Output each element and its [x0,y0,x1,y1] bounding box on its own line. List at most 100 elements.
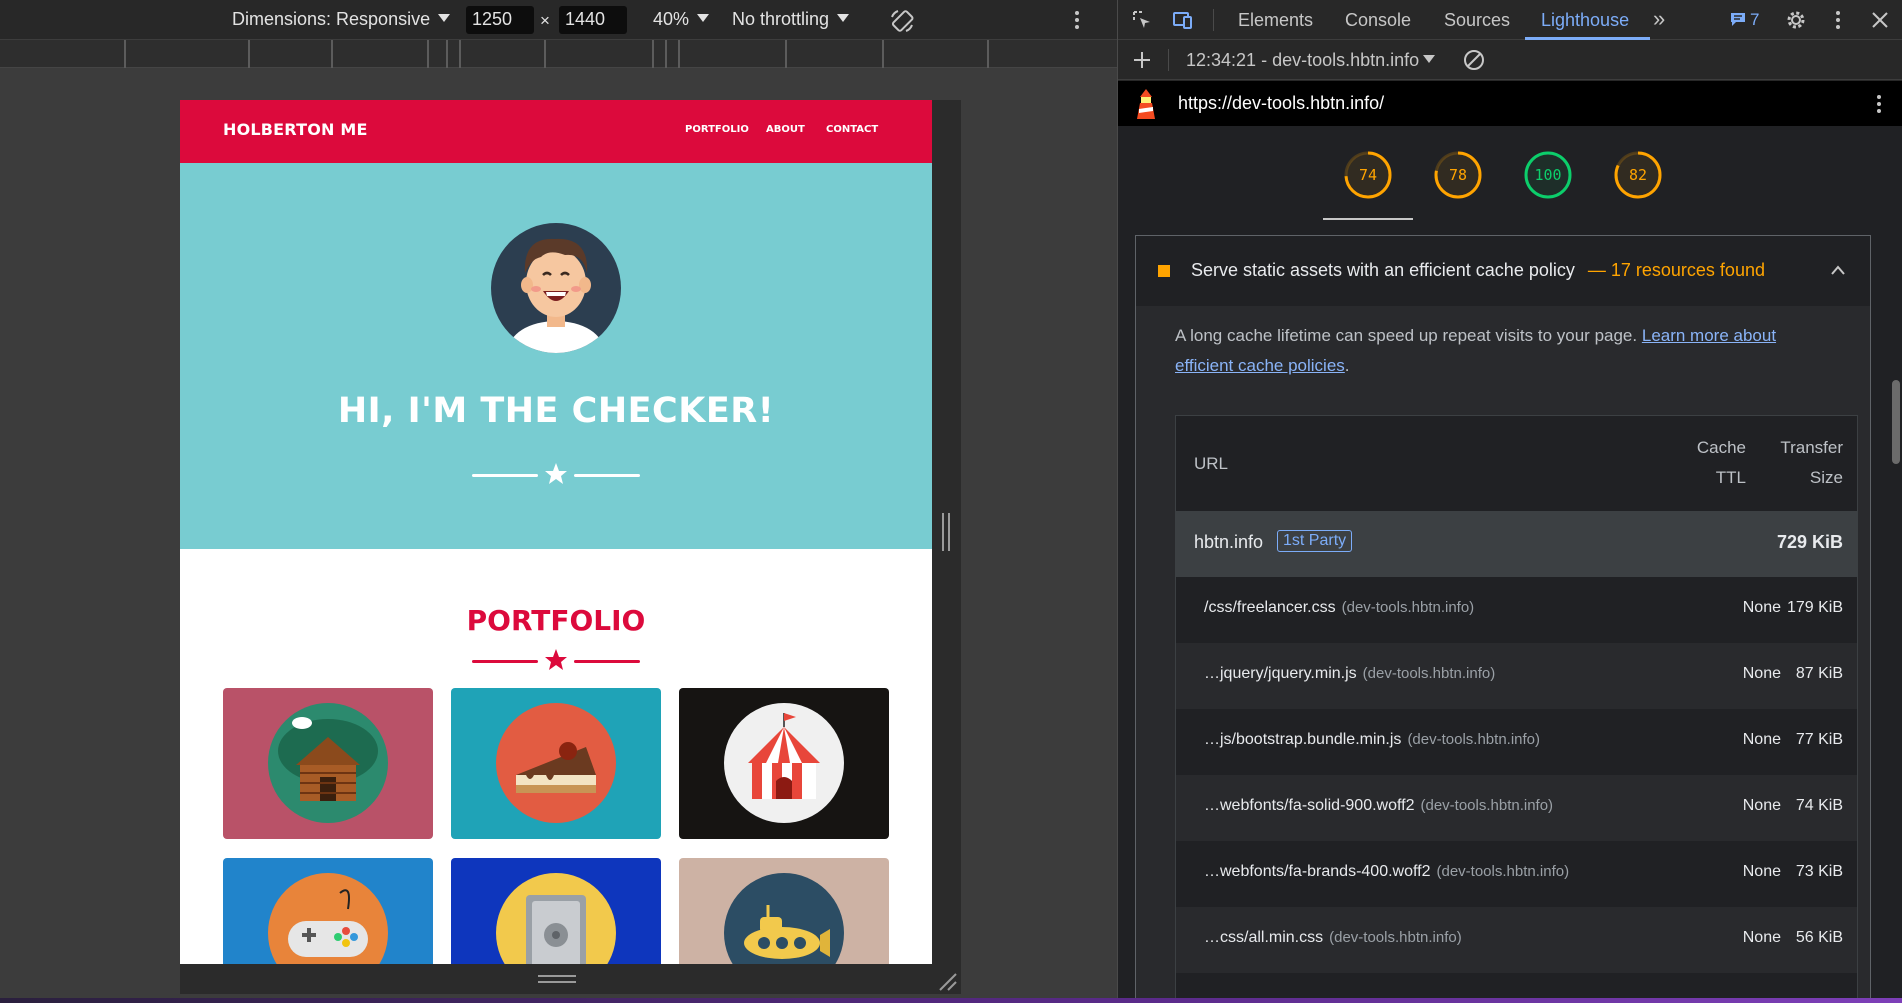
table-row[interactable]: …webfonts/fa-solid-900.woff2 (dev-tools.h… [1176,775,1857,841]
nav-link-about[interactable]: ABOUT [766,124,805,135]
resource-url[interactable]: …css/all.min.css [1204,929,1323,946]
resource-url[interactable]: …webfonts/fa-brands-400.woff2 [1204,863,1431,880]
nav-link-portfolio[interactable]: PORTFOLIO [685,124,749,135]
tab-console[interactable]: Console [1345,10,1411,31]
resource-url-cell: /css/freelancer.css (dev-tools.hbtn.info) [1204,599,1474,617]
height-input[interactable]: 1440 [559,6,627,34]
chevron-down-icon [837,14,850,22]
dimensions-dropdown[interactable]: Dimensions: Responsive [232,9,451,30]
group-name: hbtn.info [1194,532,1264,552]
portfolio-tile-submarine[interactable] [679,858,889,964]
audit-description: A long cache lifetime can speed up repea… [1175,321,1835,381]
plus-icon[interactable] [1130,48,1154,72]
report-selector[interactable]: 12:34:21 - dev-tools.hbtn.info [1186,50,1436,71]
resource-host: (dev-tools.hbtn.info) [1329,929,1462,946]
resource-size: 56 KiB [1795,929,1843,946]
divider-line [472,474,538,477]
media-query-ruler[interactable] [0,40,1117,68]
clear-icon[interactable] [1462,48,1486,72]
chevron-down-icon [1423,55,1436,63]
report-scrollbar[interactable] [1890,126,1902,1003]
resource-host: (dev-tools.hbtn.info) [1362,665,1496,682]
more-options-icon[interactable] [1826,8,1850,32]
resize-handle-icon[interactable] [538,975,576,983]
table-group-row[interactable]: hbtn.info 1st Party 729 KiB [1176,511,1857,577]
throttling-dropdown[interactable]: No throttling [732,9,850,30]
ruler-tick [248,40,250,68]
close-icon[interactable] [1868,8,1892,32]
issues-icon[interactable] [1729,10,1747,28]
devtools-panel: Elements Console Sources Lighthouse » 7 [1118,0,1902,1003]
nav-link-contact[interactable]: CONTACT [826,124,878,135]
resource-url-cell: …webfonts/fa-solid-900.woff2 (dev-tools.h… [1204,797,1553,815]
column-header-cache[interactable]: Cache [1666,433,1746,463]
more-tabs-icon[interactable]: » [1653,6,1665,32]
inspect-element-icon[interactable] [1130,8,1154,32]
width-input[interactable]: 1250 [466,6,534,34]
scrollbar-thumb[interactable] [1892,380,1900,464]
device-toolbar: Dimensions: Responsive 1250 × 1440 40% N… [0,0,1117,40]
ruler-tick [785,40,787,68]
zoom-dropdown[interactable]: 40% [653,9,710,30]
hero-section: HI, I'M THE CHECKER! [180,163,932,549]
resources-table: URL Cache TTL Transfer Size hbtn.info 1s… [1175,415,1858,1003]
portfolio-tile-safe[interactable] [451,858,661,964]
report-label: 12:34:21 - dev-tools.hbtn.info [1186,50,1420,70]
table-row[interactable]: …js/bootstrap.bundle.min.js (dev-tools.hb… [1176,709,1857,775]
emulated-page[interactable]: HOLBERTON ME PORTFOLIO ABOUT CONTACT HI,… [180,100,932,964]
column-header-size[interactable]: Transfer [1756,433,1843,463]
issues-count[interactable]: 7 [1750,10,1759,30]
resize-handle-icon[interactable] [942,513,950,551]
score-gauge-performance[interactable]: 74 [1343,150,1393,200]
zoom-label: 40% [653,9,690,29]
lighthouse-report[interactable]: 74 78 100 82 Serve static assets with an… [1118,126,1902,1003]
tab-sources[interactable]: Sources [1444,10,1510,31]
more-options-icon[interactable] [1072,9,1082,31]
tab-lighthouse[interactable]: Lighthouse [1541,10,1629,31]
portfolio-tile-game[interactable] [223,858,433,964]
resource-url[interactable]: …jquery/jquery.min.js [1204,665,1357,682]
devtools-tab-bar: Elements Console Sources Lighthouse » 7 [1118,0,1902,40]
ruler-tick [987,40,989,68]
submarine-icon [724,873,844,964]
portfolio-tile-cabin[interactable] [223,688,433,839]
more-options-icon[interactable] [1874,93,1884,115]
table-row[interactable]: …css/all.min.css (dev-tools.hbtn.info) No… [1176,907,1857,973]
table-row[interactable]: …webfonts/fa-brands-400.woff2 (dev-tools.… [1176,841,1857,907]
resource-url[interactable]: …webfonts/fa-solid-900.woff2 [1204,797,1414,814]
ruler-tick [544,40,546,68]
table-row[interactable]: /css/freelancer.css (dev-tools.hbtn.info)… [1176,577,1857,643]
site-brand[interactable]: HOLBERTON ME [223,120,368,139]
portfolio-tile-circus[interactable] [679,688,889,839]
corner-resize-icon[interactable] [936,970,958,992]
chevron-up-icon[interactable] [1830,264,1846,276]
device-toggle-icon[interactable] [1170,8,1194,32]
resource-size: 73 KiB [1795,863,1843,880]
dimensions-label: Dimensions: Responsive [232,9,431,29]
tab-elements[interactable]: Elements [1238,10,1313,31]
audit-header[interactable]: Serve static assets with an efficient ca… [1136,236,1870,306]
rotate-icon[interactable] [888,7,916,35]
ruler-tick [124,40,126,68]
lighthouse-logo-icon [1137,89,1155,119]
portfolio-tile-cake[interactable] [451,688,661,839]
report-url[interactable]: https://dev-tools.hbtn.info/ [1178,93,1384,114]
score-value: 82 [1628,166,1648,184]
circus-tent-icon [724,703,844,823]
audit-summary: — 17 resources found [1587,260,1765,280]
score-gauge-seo[interactable]: 82 [1613,150,1663,200]
column-header-url[interactable]: URL [1194,449,1228,479]
audit-title: Serve static assets with an efficient ca… [1191,260,1575,280]
resource-url[interactable]: …js/bootstrap.bundle.min.js [1204,731,1401,748]
settings-gear-icon[interactable] [1784,8,1808,32]
ruler-tick [652,40,654,68]
resource-ttl: None [1742,665,1781,682]
score-gauge-best-practices[interactable]: 100 [1523,150,1573,200]
ruler-tick [678,40,680,68]
table-row[interactable]: …jquery/jquery.min.js (dev-tools.hbtn.inf… [1176,643,1857,709]
toolbar-separator [1168,49,1169,71]
score-gauge-accessibility[interactable]: 78 [1433,150,1483,200]
ruler-tick [459,40,461,68]
score-value: 74 [1358,166,1378,184]
resource-url[interactable]: /css/freelancer.css [1204,599,1336,616]
